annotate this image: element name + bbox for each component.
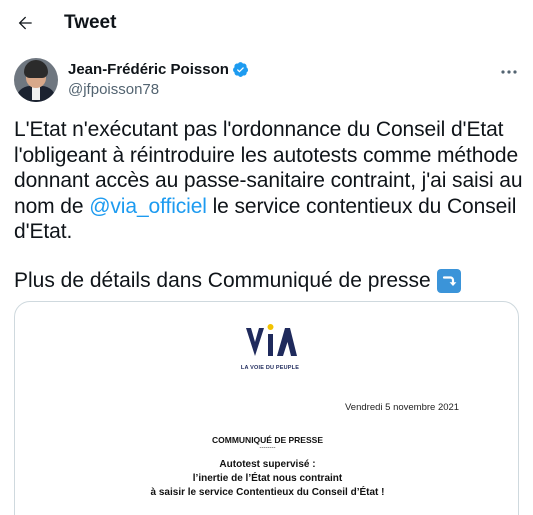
author-handle[interactable]: @jfpoisson78	[68, 81, 159, 98]
press-release-document: LA VOIE DU PEUPLE Vendredi 5 novembre 20…	[15, 302, 518, 515]
mention-link[interactable]: @via_officiel	[89, 195, 207, 218]
document-kind: COMMUNIQUÉ DE PRESSE	[212, 435, 323, 445]
tweet-text: L'Etat n'exécutant pas l'ordonnance du C…	[14, 117, 524, 245]
author-name-row[interactable]: Jean-Frédéric Poisson	[68, 61, 249, 78]
more-horizontal-icon	[501, 70, 517, 74]
document-date: Vendredi 5 novembre 2021	[345, 402, 460, 413]
avatar-hair	[24, 60, 48, 78]
more-options-button[interactable]	[497, 62, 521, 82]
document-headline: Autotest supervisé : l’inertie de l’État…	[15, 458, 518, 500]
logo-tagline: LA VOIE DU PEUPLE	[240, 365, 300, 371]
headline-line: l’inertie de l’État nous contraint	[192, 473, 343, 484]
author-name[interactable]: Jean-Frédéric Poisson	[68, 61, 229, 78]
avatar[interactable]	[14, 58, 58, 102]
page-title: Tweet	[64, 12, 117, 33]
headline-line: à saisir le service Contentieux du Conse…	[150, 487, 385, 498]
tweet-text-second-paragraph: Plus de détails dans Communiqué de press…	[14, 268, 461, 294]
top-bar: Tweet	[0, 0, 533, 46]
arrow-left-icon	[18, 16, 32, 30]
headline-line: Autotest supervisé :	[219, 459, 316, 470]
verified-badge-icon	[232, 62, 248, 77]
tweet-paragraph-text: Plus de détails dans Communiqué de press…	[14, 269, 431, 292]
tweet-author: Jean-Frédéric Poisson @jfpoisson78	[0, 54, 533, 104]
right-arrow-curving-down-icon	[436, 268, 461, 293]
attached-image[interactable]: LA VOIE DU PEUPLE Vendredi 5 novembre 20…	[14, 301, 519, 515]
avatar-shirt	[32, 86, 40, 100]
back-button[interactable]	[8, 6, 42, 40]
via-logo-icon	[246, 324, 297, 356]
document-separator: --------	[259, 445, 276, 451]
